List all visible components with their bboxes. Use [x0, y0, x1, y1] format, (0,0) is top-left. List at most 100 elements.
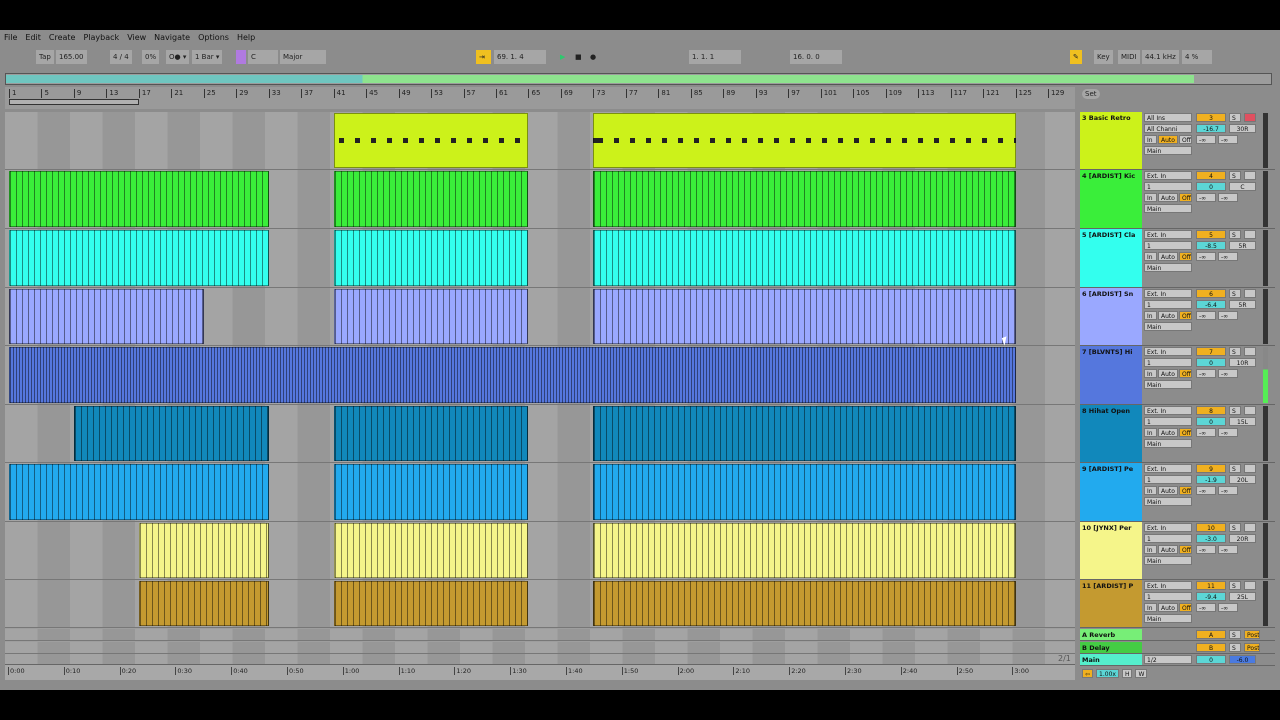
- loop-start[interactable]: 1. 1. 1: [689, 50, 741, 64]
- play-button[interactable]: ▶: [557, 50, 568, 64]
- zoom-factor[interactable]: 1.00x: [1096, 669, 1119, 678]
- menu-navigate[interactable]: Navigate: [154, 33, 190, 42]
- pan-field[interactable]: C: [1229, 182, 1256, 191]
- clip[interactable]: [593, 406, 1016, 461]
- clip[interactable]: [73, 406, 269, 461]
- monitor-off-button[interactable]: Off: [1179, 252, 1192, 261]
- volume-field[interactable]: -3.0: [1196, 534, 1226, 543]
- track-header[interactable]: 11 [ARDIST] P Ext. In 1 In Auto Off Main 11 S -9.…: [1080, 580, 1275, 628]
- track-header[interactable]: 9 [ARDIST] Pe Ext. In 1 In Auto Off Main 9 S -1.9…: [1080, 463, 1275, 522]
- clip[interactable]: [333, 464, 529, 520]
- time-signature[interactable]: 4 / 4: [110, 50, 132, 64]
- volume-field[interactable]: 0: [1196, 417, 1226, 426]
- solo-button[interactable]: S: [1229, 113, 1241, 122]
- input-channel-select[interactable]: 1: [1144, 182, 1192, 191]
- track-lane[interactable]: [5, 112, 1075, 170]
- track-activator[interactable]: 4: [1196, 171, 1226, 180]
- input-channel-select[interactable]: 1: [1144, 475, 1192, 484]
- solo-button[interactable]: S: [1229, 347, 1241, 356]
- track-name[interactable]: 4 [ARDIST] Kic: [1080, 170, 1142, 228]
- solo-button[interactable]: S: [1229, 464, 1241, 473]
- arm-button[interactable]: [1244, 406, 1256, 415]
- arm-button[interactable]: [1244, 230, 1256, 239]
- monitor-in-button[interactable]: In: [1144, 311, 1157, 320]
- input-type-select[interactable]: Ext. In: [1144, 523, 1192, 532]
- send-a-field[interactable]: -∞: [1196, 193, 1216, 202]
- monitor-auto-button[interactable]: Auto: [1158, 193, 1178, 202]
- output-select[interactable]: Main: [1144, 556, 1192, 565]
- arm-button[interactable]: [1244, 171, 1256, 180]
- post-button[interactable]: Post: [1244, 642, 1260, 652]
- input-channel-select[interactable]: 1: [1144, 417, 1192, 426]
- track-name[interactable]: 9 [ARDIST] Pe: [1080, 463, 1142, 521]
- track-header[interactable]: 5 [ARDIST] Cla Ext. In 1 In Auto Off Main 5 S -8.…: [1080, 229, 1275, 288]
- main-pan[interactable]: -6.0: [1229, 655, 1256, 664]
- track-name[interactable]: A Reverb: [1080, 629, 1142, 640]
- input-type-select[interactable]: Ext. In: [1144, 347, 1192, 356]
- track-name[interactable]: 7 [BLVNTS] Hi: [1080, 346, 1142, 404]
- track-name[interactable]: 10 [JYNX] Per: [1080, 522, 1142, 579]
- arrangement-overview[interactable]: [5, 73, 1272, 85]
- send-a-field[interactable]: -∞: [1196, 311, 1216, 320]
- return-track-header[interactable]: B Delay B S Post: [1080, 641, 1275, 654]
- pan-field[interactable]: 5R: [1229, 241, 1256, 250]
- track-name[interactable]: 11 [ARDIST] P: [1080, 580, 1142, 627]
- track-lane[interactable]: [5, 522, 1075, 580]
- send-b-field[interactable]: -∞: [1218, 603, 1238, 612]
- monitor-auto-button[interactable]: Auto: [1158, 486, 1178, 495]
- send-b-field[interactable]: -∞: [1218, 135, 1238, 144]
- solo-button[interactable]: S: [1229, 289, 1241, 298]
- volume-field[interactable]: 0: [1196, 182, 1226, 191]
- solo-button[interactable]: S: [1229, 581, 1241, 590]
- monitor-auto-button[interactable]: Auto: [1158, 545, 1178, 554]
- clip[interactable]: [9, 171, 269, 227]
- output-select[interactable]: Main: [1144, 146, 1192, 155]
- send-b-field[interactable]: -∞: [1218, 545, 1238, 554]
- track-lane[interactable]: [5, 170, 1075, 229]
- input-channel-select[interactable]: 1: [1144, 358, 1192, 367]
- arm-button[interactable]: [1244, 289, 1256, 298]
- track-activator[interactable]: 6: [1196, 289, 1226, 298]
- volume-field[interactable]: -9.4: [1196, 592, 1226, 601]
- follow-back-icon[interactable]: ⇦: [1082, 669, 1094, 678]
- monitor-in-button[interactable]: In: [1144, 252, 1157, 261]
- track-name[interactable]: 8 Hihat Open: [1080, 405, 1142, 462]
- song-position[interactable]: 69. 1. 4: [494, 50, 546, 64]
- track-header[interactable]: 3 Basic Retro All Ins All Channi In Auto Off M…: [1080, 112, 1275, 170]
- solo-button[interactable]: S: [1229, 523, 1241, 532]
- main-volume[interactable]: 0: [1196, 655, 1226, 664]
- input-channel-select[interactable]: 1: [1144, 534, 1192, 543]
- clip[interactable]: [593, 464, 1016, 520]
- monitor-auto-button[interactable]: Auto: [1158, 369, 1178, 378]
- menu-view[interactable]: View: [127, 33, 146, 42]
- scale-mode-icon[interactable]: [236, 50, 246, 64]
- menu-create[interactable]: Create: [49, 33, 76, 42]
- clip[interactable]: [333, 523, 529, 578]
- send-b-field[interactable]: -∞: [1218, 193, 1238, 202]
- output-select[interactable]: Main: [1144, 380, 1192, 389]
- monitor-in-button[interactable]: In: [1144, 545, 1157, 554]
- input-channel-select[interactable]: 1: [1144, 592, 1192, 601]
- monitor-auto-button[interactable]: Auto: [1158, 135, 1178, 144]
- send-b-field[interactable]: -∞: [1218, 486, 1238, 495]
- volume-field[interactable]: -16.7: [1196, 124, 1226, 133]
- track-name[interactable]: 3 Basic Retro: [1080, 112, 1142, 169]
- send-a-field[interactable]: -∞: [1196, 252, 1216, 261]
- track-activator[interactable]: 10: [1196, 523, 1226, 532]
- input-type-select[interactable]: Ext. In: [1144, 581, 1192, 590]
- h-button[interactable]: H: [1121, 669, 1133, 678]
- tap-tempo-button[interactable]: Tap: [36, 50, 54, 64]
- return-lane[interactable]: [5, 641, 1075, 654]
- monitor-auto-button[interactable]: Auto: [1158, 311, 1178, 320]
- solo-button[interactable]: S: [1229, 230, 1241, 239]
- track-name[interactable]: 6 [ARDIST] Sn: [1080, 288, 1142, 345]
- send-a-field[interactable]: -∞: [1196, 545, 1216, 554]
- pan-field[interactable]: 30R: [1229, 124, 1256, 133]
- track-name[interactable]: Main: [1080, 654, 1142, 665]
- volume-field[interactable]: 0: [1196, 358, 1226, 367]
- track-lane[interactable]: [5, 463, 1075, 522]
- w-button[interactable]: W: [1135, 669, 1148, 678]
- monitor-auto-button[interactable]: Auto: [1158, 252, 1178, 261]
- clip[interactable]: [593, 289, 1016, 344]
- return-lane[interactable]: [5, 629, 1075, 641]
